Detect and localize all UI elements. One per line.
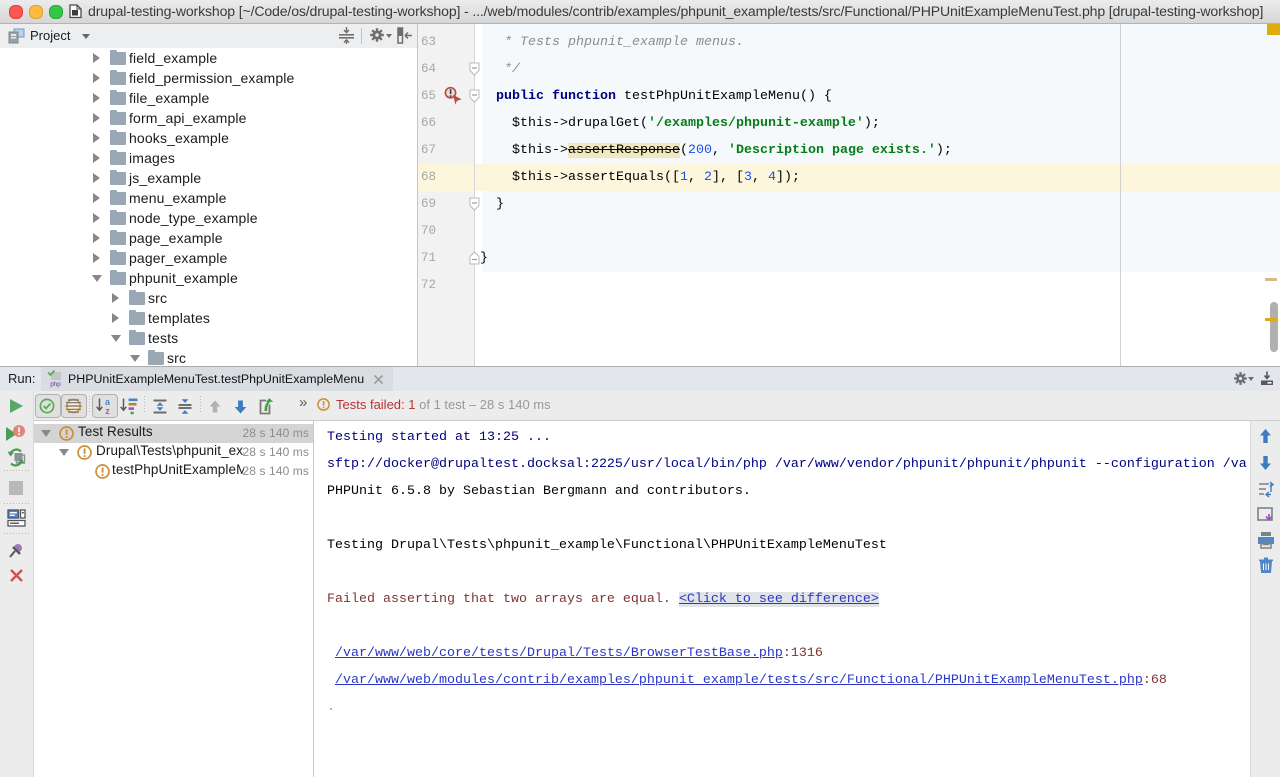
svg-text:php: php — [50, 381, 61, 388]
svg-text:z: z — [105, 406, 110, 415]
